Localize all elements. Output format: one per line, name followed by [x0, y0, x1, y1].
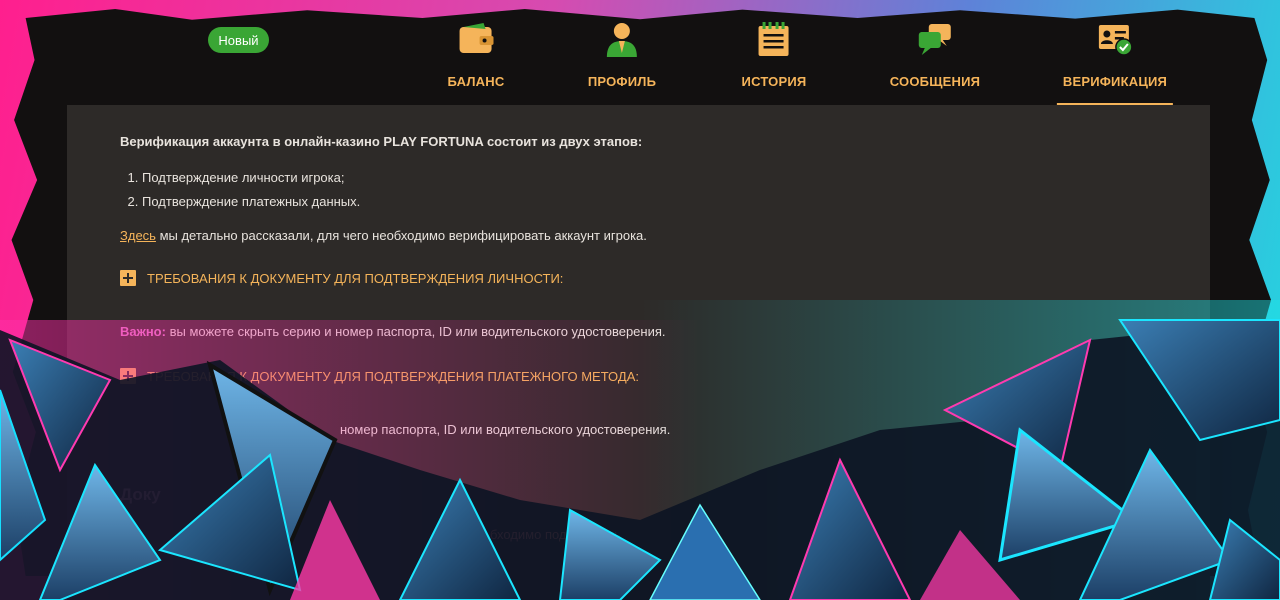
nav-profile[interactable]: ПРОФИЛЬ [588, 20, 656, 105]
header: Новый БАЛАНС ПРОФИЛЬ ИСТОРИЯ СООБЩЕНИЯ В… [0, 0, 1280, 105]
here-text: мы детально рассказали, для чего необход… [155, 228, 647, 243]
nav-history[interactable]: ИСТОРИЯ [742, 20, 807, 105]
important-label: Важно: [120, 324, 166, 339]
list-item: Подтверждение личности игрока; [142, 166, 360, 190]
chat-icon [916, 20, 954, 58]
faded-text: бходимо подтвердить [490, 527, 621, 542]
req-identity-toggle[interactable]: ТРЕБОВАНИЯ К ДОКУМЕНТУ ДЛЯ ПОДТВЕРЖДЕНИЯ… [120, 270, 563, 286]
important-text: вы можете скрыть серию и номер паспорта,… [165, 324, 666, 339]
req-payment-label: ТРЕБОВАНИЯ К ДОКУМЕНТУ ДЛЯ ПОДТВЕРЖДЕНИЯ… [147, 368, 639, 384]
nav-messages-label: СООБЩЕНИЯ [889, 74, 981, 89]
user-icon [603, 20, 641, 58]
intro-text: Верификация аккаунта в онлайн-казино PLA… [120, 134, 643, 149]
steps-list: Подтверждение личности игрока; Подтвержд… [120, 166, 360, 214]
id-card-check-icon [1096, 20, 1134, 58]
nav-verification[interactable]: ВЕРИФИКАЦИЯ [1056, 20, 1174, 105]
plus-icon [120, 270, 136, 286]
nav-balance[interactable]: БАЛАНС [448, 20, 505, 105]
list-item: Подтверждение платежных данных. [142, 190, 360, 214]
notepad-icon [755, 20, 793, 58]
important-note-2: номер паспорта, ID или водительского удо… [340, 422, 670, 437]
here-link[interactable]: Здесь [120, 228, 156, 243]
wallet-icon [457, 20, 495, 58]
plus-icon [120, 368, 136, 384]
nav-messages[interactable]: СООБЩЕНИЯ [890, 20, 980, 105]
here-paragraph: Здесь мы детально рассказали, для чего н… [120, 228, 647, 243]
important-note: Важно: вы можете скрыть серию и номер па… [120, 324, 666, 339]
account-nav: БАЛАНС ПРОФИЛЬ ИСТОРИЯ СООБЩЕНИЯ ВЕРИФИК… [0, 0, 1280, 105]
documents-heading: Доку [120, 485, 161, 504]
verification-panel: Верификация аккаунта в онлайн-казино PLA… [67, 105, 1210, 600]
important-text-2: номер паспорта, ID или водительского удо… [340, 422, 671, 437]
nav-profile-label: ПРОФИЛЬ [587, 74, 657, 89]
nav-balance-label: БАЛАНС [447, 74, 505, 89]
req-identity-label: ТРЕБОВАНИЯ К ДОКУМЕНТУ ДЛЯ ПОДТВЕРЖДЕНИЯ… [147, 270, 564, 286]
nav-history-label: ИСТОРИЯ [741, 74, 807, 89]
nav-verification-label: ВЕРИФИКАЦИЯ [1062, 74, 1168, 89]
req-payment-toggle[interactable]: ТРЕБОВАНИЯ К ДОКУМЕНТУ ДЛЯ ПОДТВЕРЖДЕНИЯ… [120, 368, 639, 384]
